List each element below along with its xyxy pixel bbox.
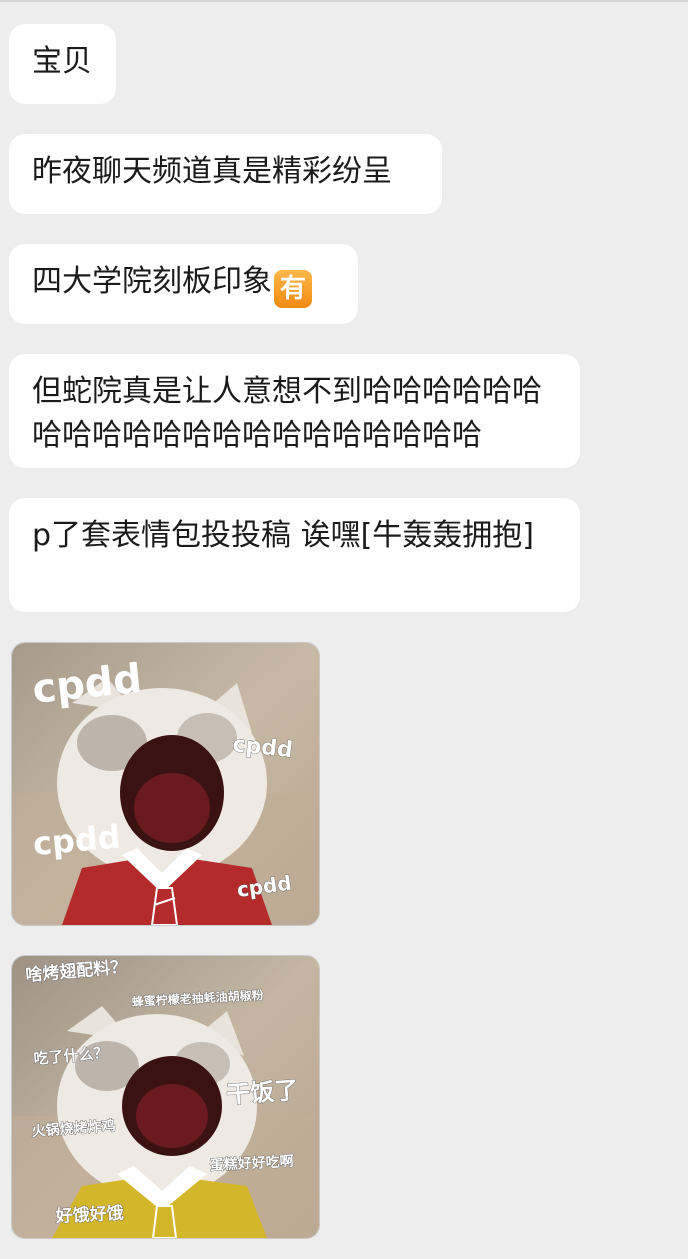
chat-message[interactable]: p了套表情包投投稿 诶嘿[牛轰轰拥抱] xyxy=(9,498,580,612)
sticker-caption: 干饭了 xyxy=(225,1076,299,1109)
sticker-caption: cpdd xyxy=(31,817,122,862)
top-divider xyxy=(0,0,688,2)
message-text: 但蛇院真是让人意想不到哈哈哈哈哈哈哈哈哈哈哈哈哈哈哈哈哈哈哈哈哈 xyxy=(32,374,542,453)
message-text: p了套表情包投投稿 诶嘿[牛轰轰拥抱] xyxy=(32,518,534,553)
chat-message[interactable]: 四大学院刻板印象有 xyxy=(9,244,358,324)
chat-message[interactable]: 但蛇院真是让人意想不到哈哈哈哈哈哈哈哈哈哈哈哈哈哈哈哈哈哈哈哈哈 xyxy=(9,354,580,468)
chat-message[interactable]: 宝贝 xyxy=(9,24,116,104)
you-emoji-icon: 有 xyxy=(274,270,312,308)
message-text: 四大学院刻板印象 xyxy=(32,264,272,299)
sticker-caption: 好饿好饿 xyxy=(54,1202,124,1227)
sticker-image-cpdd[interactable]: cpdd cpdd cpdd cpdd xyxy=(11,642,320,926)
chat-message[interactable]: 昨夜聊天频道真是精彩纷呈 xyxy=(9,134,442,214)
message-text: 宝贝 xyxy=(32,44,92,79)
sticker-image-food[interactable]: 啥烤翅配料？ 蜂蜜柠檬老抽蚝油胡椒粉 吃了什么？ 干饭了 火锅烧烤炸鸡 蛋糕好好… xyxy=(11,955,320,1239)
message-text: 昨夜聊天频道真是精彩纷呈 xyxy=(32,154,392,189)
